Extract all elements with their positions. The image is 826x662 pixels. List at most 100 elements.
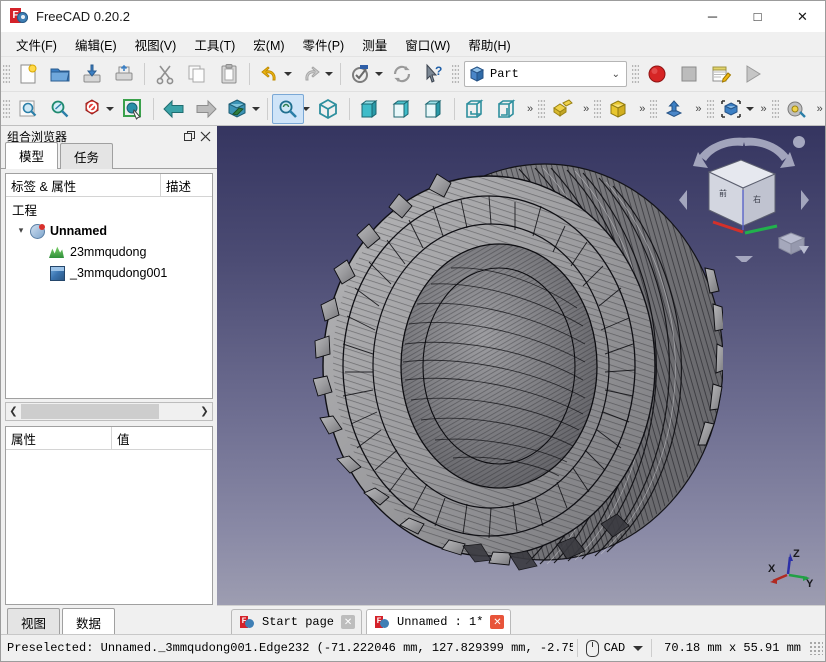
tab-model[interactable]: 模型 bbox=[5, 142, 58, 169]
front-view-icon[interactable] bbox=[354, 94, 386, 124]
chevron-down-icon[interactable] bbox=[633, 646, 643, 651]
part-boolean-icon[interactable] bbox=[547, 94, 579, 124]
tree-item-unnamed[interactable]: ▾ Unnamed bbox=[6, 220, 212, 241]
back-arrow-icon[interactable] bbox=[158, 94, 190, 124]
toolbar-separator bbox=[153, 98, 154, 120]
tree-item-3mmqudong001[interactable]: _3mmqudong001 bbox=[6, 262, 212, 283]
part-overflow-icon[interactable]: » bbox=[579, 103, 592, 115]
doc-tab-start-page[interactable]: F Start page ✕ bbox=[231, 609, 362, 634]
toolbar-overflow-icon[interactable]: » bbox=[523, 103, 536, 115]
minimize-button[interactable]: ─ bbox=[690, 1, 735, 32]
toolbar-grip[interactable] bbox=[3, 98, 10, 120]
macro-edit-icon[interactable] bbox=[705, 59, 737, 89]
right-view-icon[interactable] bbox=[418, 94, 450, 124]
close-tab-icon[interactable]: ✕ bbox=[490, 615, 504, 629]
property-column-name: 属性 bbox=[6, 429, 111, 448]
macro-record-icon[interactable] bbox=[641, 59, 673, 89]
menu-measure[interactable]: 测量 bbox=[353, 32, 396, 57]
tree-root-application[interactable]: 工程 bbox=[6, 199, 212, 220]
nav-cube-face-right: 右 bbox=[753, 194, 761, 204]
axonometric-icon[interactable] bbox=[222, 94, 254, 124]
navigation-mode-selector[interactable]: CAD bbox=[582, 640, 648, 657]
toolbar-grip[interactable] bbox=[3, 63, 10, 85]
scroll-left-icon[interactable]: ❮ bbox=[6, 404, 21, 419]
toolbar-separator bbox=[454, 98, 455, 120]
helical-gear-model[interactable] bbox=[313, 148, 723, 573]
doc-tab-unnamed[interactable]: F Unnamed : 1* ✕ bbox=[366, 609, 511, 634]
print-icon[interactable] bbox=[108, 59, 140, 89]
macro-execute-icon[interactable] bbox=[737, 59, 769, 89]
menu-macro[interactable]: 宏(M) bbox=[244, 32, 293, 57]
menu-help[interactable]: 帮助(H) bbox=[459, 32, 519, 57]
save-document-icon[interactable] bbox=[76, 59, 108, 89]
new-document-icon[interactable] bbox=[12, 59, 44, 89]
part-extrude-icon[interactable] bbox=[659, 94, 691, 124]
isometric-view-icon[interactable] bbox=[313, 94, 345, 124]
measure-icon[interactable] bbox=[781, 94, 813, 124]
top-view-icon[interactable] bbox=[386, 94, 418, 124]
scroll-thumb[interactable] bbox=[21, 404, 159, 419]
open-document-icon[interactable] bbox=[44, 59, 76, 89]
window-title: FreeCAD 0.20.2 bbox=[36, 9, 130, 24]
zoom-icon[interactable] bbox=[272, 94, 304, 124]
close-button[interactable]: ✕ bbox=[780, 1, 825, 32]
resize-grip-icon[interactable] bbox=[809, 641, 823, 655]
close-panel-icon[interactable] bbox=[197, 128, 213, 144]
scroll-track[interactable] bbox=[21, 404, 197, 419]
view-overflow-icon[interactable]: » bbox=[757, 103, 770, 115]
toolbar-grip[interactable] bbox=[650, 98, 657, 120]
bottom-view-icon[interactable] bbox=[491, 94, 523, 124]
model-tree: 标签 & 属性 描述 工程 ▾ Unnamed 23mmqudong bbox=[5, 173, 213, 399]
mouse-icon bbox=[586, 640, 599, 657]
rear-view-icon[interactable] bbox=[459, 94, 491, 124]
toolbar-grip[interactable] bbox=[632, 63, 639, 85]
tab-data[interactable]: 数据 bbox=[62, 608, 115, 637]
fit-all-icon[interactable] bbox=[12, 94, 44, 124]
toolbar-grip[interactable] bbox=[594, 98, 601, 120]
mesh-icon bbox=[48, 244, 65, 259]
measure-overflow-icon[interactable]: » bbox=[813, 103, 826, 115]
solid-cube-icon bbox=[48, 265, 65, 280]
macro-stop-icon[interactable] bbox=[673, 59, 705, 89]
fit-selection-icon[interactable] bbox=[44, 94, 76, 124]
refresh-icon[interactable] bbox=[386, 59, 418, 89]
primitives-overflow-icon[interactable]: » bbox=[635, 103, 648, 115]
chevron-down-icon[interactable]: ⌄ bbox=[612, 69, 620, 80]
tab-tasks[interactable]: 任务 bbox=[60, 143, 113, 169]
forward-arrow-icon[interactable] bbox=[190, 94, 222, 124]
tab-view[interactable]: 视图 bbox=[7, 608, 60, 637]
tree-item-23mmqudong[interactable]: 23mmqudong bbox=[6, 241, 212, 262]
menu-window[interactable]: 窗口(W) bbox=[396, 32, 459, 57]
menu-part[interactable]: 零件(P) bbox=[294, 32, 354, 57]
scroll-right-icon[interactable]: ❯ bbox=[197, 404, 212, 419]
toolbar-grip[interactable] bbox=[707, 98, 714, 120]
navigation-cube[interactable]: 前 右 bbox=[679, 134, 809, 262]
whats-this-icon[interactable]: ? bbox=[418, 59, 450, 89]
maximize-button[interactable]: □ bbox=[735, 1, 780, 32]
extrude-overflow-icon[interactable]: » bbox=[691, 103, 704, 115]
cut-icon[interactable] bbox=[149, 59, 181, 89]
menu-edit[interactable]: 编辑(E) bbox=[66, 32, 126, 57]
paste-icon[interactable] bbox=[213, 59, 245, 89]
part-box-icon[interactable] bbox=[603, 94, 635, 124]
selection-view-icon[interactable] bbox=[117, 94, 149, 124]
menu-tools[interactable]: 工具(T) bbox=[185, 32, 244, 57]
close-tab-icon[interactable]: ✕ bbox=[341, 615, 355, 629]
menu-view[interactable]: 视图(V) bbox=[126, 32, 186, 57]
undo-icon[interactable] bbox=[254, 59, 286, 89]
menu-file[interactable]: 文件(F) bbox=[7, 32, 66, 57]
part-view-icon[interactable] bbox=[716, 94, 748, 124]
refresh-style-icon[interactable] bbox=[345, 59, 377, 89]
draw-style-icon[interactable] bbox=[76, 94, 108, 124]
toolbar-grip[interactable] bbox=[538, 98, 545, 120]
redo-icon[interactable] bbox=[295, 59, 327, 89]
tree-horizontal-scrollbar[interactable]: ❮ ❯ bbox=[5, 402, 213, 421]
copy-icon[interactable] bbox=[181, 59, 213, 89]
float-panel-icon[interactable] bbox=[181, 128, 197, 144]
status-message: Preselected: Unnamed._3mmqudong001.Edge2… bbox=[1, 641, 573, 655]
toolbar-grip[interactable] bbox=[772, 98, 779, 120]
expand-chevron-icon[interactable]: ▾ bbox=[14, 225, 28, 236]
workbench-selector[interactable]: Part ⌄ bbox=[464, 61, 627, 87]
toolbar-grip[interactable] bbox=[452, 63, 459, 85]
3d-viewport[interactable]: 前 右 bbox=[217, 126, 825, 605]
